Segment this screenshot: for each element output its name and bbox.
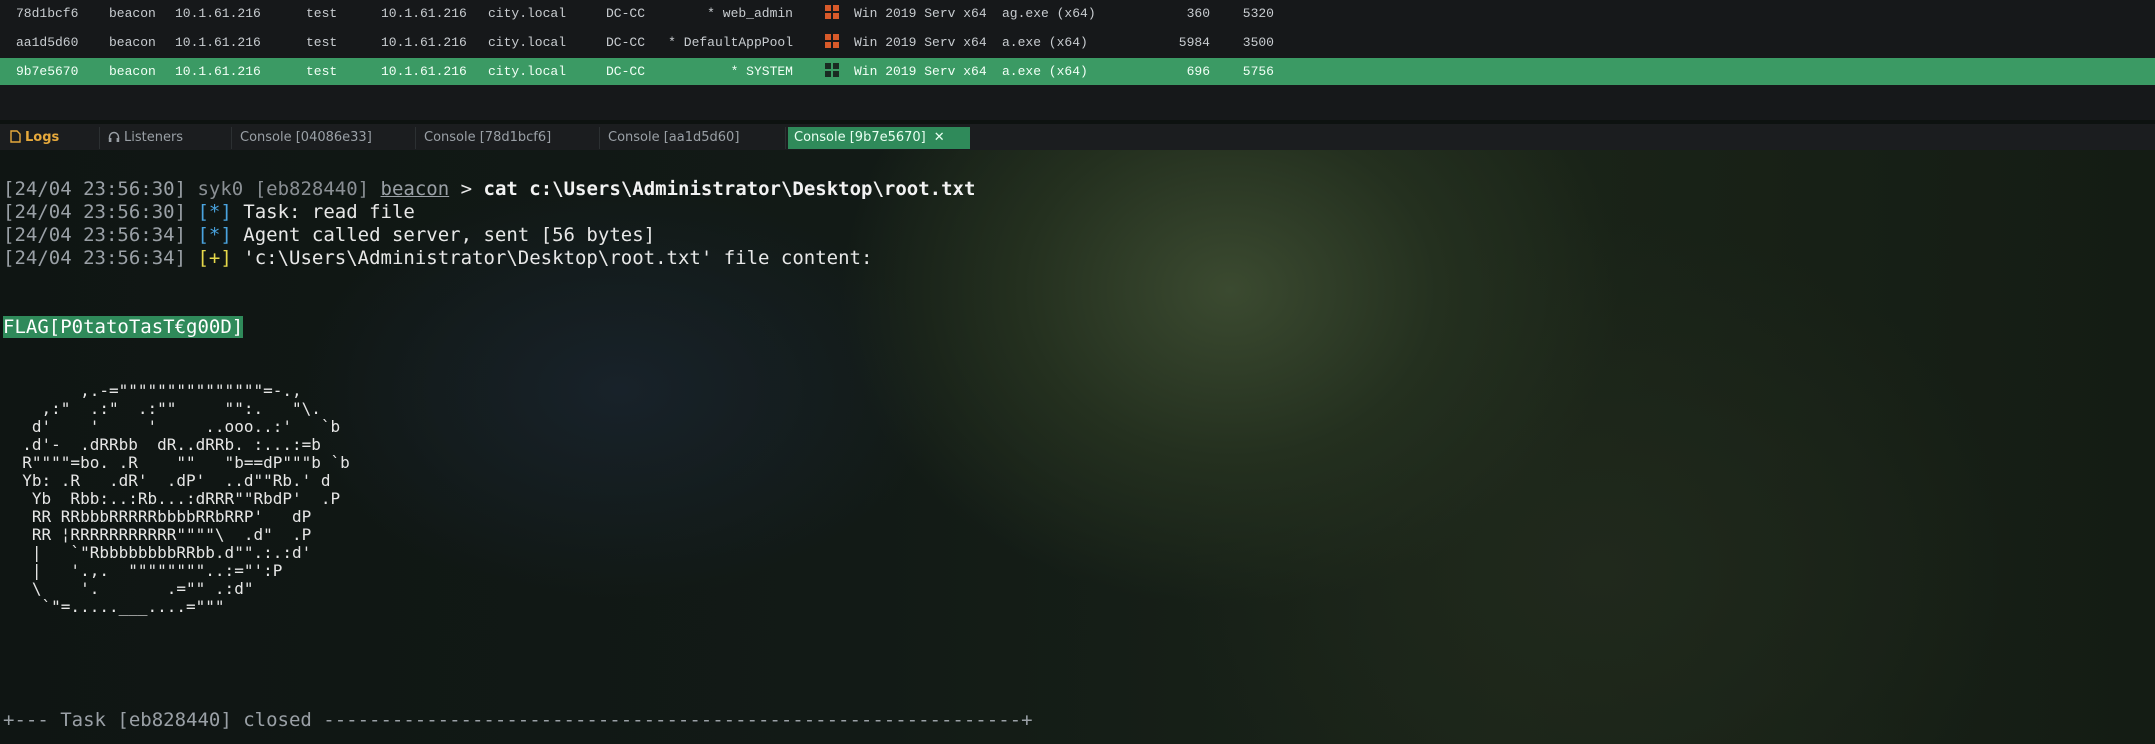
session-user: * SYSTEM	[730, 64, 793, 79]
tab-logs-label: Logs	[25, 130, 60, 145]
tab-label: Console [aa1d5d60]	[608, 130, 740, 145]
session-row[interactable]: 78d1bcf6 beacon 10.1.61.216 test 10.1.61.216…	[0, 0, 2155, 27]
session-pid: 360	[1186, 6, 1210, 21]
windows-icon	[825, 63, 839, 77]
flag-output: FLAG[P0tatoTasT€g00D]	[3, 316, 244, 338]
timestamp: [24/04 23:56:30]	[3, 201, 187, 223]
flag-text: FLAG[P0tatoTasT€g00D]	[3, 316, 244, 338]
session-ip2: 10.1.61.216	[381, 64, 467, 79]
session-computer: DC-CC	[606, 6, 646, 21]
tab-label: Console [9b7e5670]	[794, 130, 926, 145]
session-user1: test	[306, 6, 338, 21]
session-id: 78d1bcf6	[16, 6, 79, 21]
document-icon	[10, 130, 21, 143]
tab-console-04086e33[interactable]: Console [04086e33]	[234, 127, 416, 149]
session-tid: 5756	[1242, 64, 1274, 79]
session-row[interactable]: aa1d5d60 beacon 10.1.61.216 test 10.1.61.216…	[0, 29, 2155, 56]
session-tid: 3500	[1242, 35, 1274, 50]
operator-name: syk0	[197, 178, 244, 200]
session-os: Win 2019 Serv x64	[854, 6, 987, 21]
session-computer: DC-CC	[606, 64, 646, 79]
session-type: beacon	[109, 35, 156, 50]
session-type: beacon	[109, 6, 156, 21]
agent-link[interactable]: beacon	[381, 178, 450, 200]
session-computer: DC-CC	[606, 35, 646, 50]
session-process: a.exe (x64)	[1002, 35, 1088, 50]
tab-logs[interactable]: Logs	[4, 127, 100, 149]
session-os: Win 2019 Serv x64	[854, 64, 987, 79]
console-output[interactable]: [24/04 23:56:30] syk0 [eb828440] beacon …	[0, 150, 2155, 744]
close-icon[interactable]: ✕	[934, 130, 945, 145]
prompt-symbol: >	[460, 178, 473, 200]
session-user1: test	[306, 64, 338, 79]
tab-label: Console [04086e33]	[240, 130, 372, 145]
windows-icon	[825, 34, 839, 48]
session-user: * DefaultAppPool	[668, 35, 793, 50]
tab-label: Console [78d1bcf6]	[424, 130, 552, 145]
console-line-file-content: [24/04 23:56:34] [+] 'c:\Users\Administr…	[3, 247, 872, 269]
session-row[interactable]: 9b7e5670 beacon 10.1.61.216 test 10.1.61.216…	[0, 58, 2155, 85]
session-domain: city.local	[488, 6, 567, 21]
session-id: 9b7e5670	[16, 64, 79, 79]
console-line-command: [24/04 23:56:30] syk0 [eb828440] beacon …	[3, 178, 975, 200]
message-text: 'c:\Users\Administrator\Desktop\root.txt…	[243, 247, 873, 269]
success-tag: [+]	[197, 247, 232, 269]
tab-console-aa1d5d60[interactable]: Console [aa1d5d60]	[602, 127, 786, 149]
tab-listeners[interactable]: Listeners	[102, 127, 232, 149]
session-ip2: 10.1.61.216	[381, 6, 467, 21]
session-user: * web_admin	[707, 6, 793, 21]
timestamp: [24/04 23:56:34]	[3, 247, 187, 269]
session-ip: 10.1.61.216	[175, 35, 261, 50]
session-ip2: 10.1.61.216	[381, 35, 467, 50]
tab-console-78d1bcf6[interactable]: Console [78d1bcf6]	[418, 127, 600, 149]
command-text: cat c:\Users\Administrator\Desktop\root.…	[483, 178, 976, 200]
session-pid: 696	[1186, 64, 1210, 79]
session-process: ag.exe (x64)	[1002, 6, 1096, 21]
session-os: Win 2019 Serv x64	[854, 35, 987, 50]
session-table: 78d1bcf6 beacon 10.1.61.216 test 10.1.61.216…	[0, 0, 2155, 120]
console-line-agent-called: [24/04 23:56:34] [*] Agent called server…	[3, 224, 655, 246]
timestamp: [24/04 23:56:30]	[3, 178, 187, 200]
tab-bar: Logs Listeners Console [04086e33] Consol…	[0, 124, 2155, 152]
session-domain: city.local	[488, 35, 567, 50]
task-id: [eb828440]	[254, 178, 370, 200]
console-line-task: [24/04 23:56:30] [*] Task: read file	[3, 201, 415, 223]
session-pid: 5984	[1178, 35, 1210, 50]
info-tag: [*]	[197, 224, 232, 246]
session-user1: test	[306, 35, 338, 50]
session-ip: 10.1.61.216	[175, 6, 261, 21]
session-tid: 5320	[1242, 6, 1274, 21]
tab-console-9b7e5670[interactable]: Console [9b7e5670] ✕	[788, 127, 970, 149]
timestamp: [24/04 23:56:34]	[3, 224, 187, 246]
tab-listeners-label: Listeners	[124, 130, 184, 145]
task-closed-footer: +--- Task [eb828440] closed ------------…	[3, 709, 1033, 731]
session-type: beacon	[109, 64, 156, 79]
headphones-icon	[108, 131, 120, 142]
session-process: a.exe (x64)	[1002, 64, 1088, 79]
message-text: Task: read file	[243, 201, 415, 223]
ascii-art: ,.-="""""""""""""""=-., ,:" .:" .:"" "":…	[22, 381, 350, 616]
session-ip: 10.1.61.216	[175, 64, 261, 79]
windows-icon	[825, 5, 839, 19]
info-tag: [*]	[197, 201, 232, 223]
session-domain: city.local	[488, 64, 567, 79]
message-text: Agent called server, sent [56 bytes]	[243, 224, 656, 246]
session-id: aa1d5d60	[16, 35, 79, 50]
